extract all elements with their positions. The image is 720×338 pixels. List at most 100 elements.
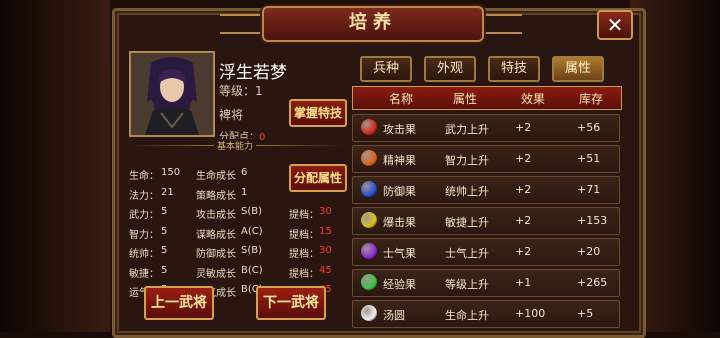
- table-row[interactable]: 爆击果 敏捷上升 +2 +153: [352, 207, 620, 235]
- table-row[interactable]: 经验果 等级上升 +1 +265: [352, 269, 620, 297]
- table-row[interactable]: 汤圆 生命上升 +100 +5: [352, 300, 620, 328]
- upgrade-label: 提档：: [289, 210, 319, 221]
- growth-label: 生命成长: [196, 171, 236, 182]
- stat-label: 敏捷：: [129, 268, 159, 280]
- growth-value: 6: [241, 167, 248, 178]
- growth-label: 防御成长: [196, 249, 236, 260]
- item-attribute: 士气上升: [445, 247, 489, 260]
- red-fruit-icon: [361, 119, 377, 135]
- stat-label: 武力：: [129, 210, 159, 221]
- item-stock: +51: [577, 152, 601, 165]
- table-row[interactable]: 精神果 智力上升 +2 +51: [352, 145, 620, 173]
- item-attribute: 武力上升: [445, 123, 489, 136]
- item-stock: +265: [577, 276, 608, 289]
- stat-value: 150: [161, 167, 181, 178]
- hero-portrait-image: [131, 53, 213, 135]
- page-title: 培养: [349, 12, 397, 33]
- tab-attributes[interactable]: 属性: [552, 56, 604, 82]
- yellow-fruit-icon: [361, 212, 377, 228]
- item-attribute: 等级上升: [445, 278, 489, 291]
- hero-rank: 裨将: [219, 108, 244, 122]
- item-attribute: 统帅上升: [445, 185, 489, 198]
- header-name: 名称: [389, 92, 414, 106]
- header-attribute: 属性: [453, 92, 478, 106]
- stat-label: 统帅：: [129, 249, 159, 260]
- item-effect: +2: [515, 214, 532, 227]
- stat-label: 法力：: [129, 190, 159, 202]
- growth-value: S(B): [241, 245, 263, 256]
- background-left-scene: [0, 0, 110, 332]
- next-hero-button[interactable]: 下一武将: [256, 286, 326, 320]
- item-name: 攻击果: [383, 123, 416, 136]
- upgrade-label: 提档：: [289, 229, 319, 241]
- hero-level: 等级：1: [219, 84, 263, 98]
- title-plate: 培养: [262, 6, 484, 42]
- item-attribute: 生命上升: [445, 309, 489, 322]
- header-effect: 效果: [521, 92, 546, 106]
- blue-fruit-icon: [361, 181, 377, 197]
- upgrade-label: 提档：: [289, 249, 319, 260]
- tab-appearance[interactable]: 外观: [424, 56, 476, 82]
- item-effect: +1: [515, 276, 532, 289]
- growth-value: S(B): [241, 206, 263, 217]
- item-effect: +2: [515, 183, 532, 196]
- close-icon: ✕: [606, 13, 624, 37]
- hero-name: 浮生若梦: [219, 63, 287, 83]
- close-button[interactable]: ✕: [597, 10, 633, 40]
- purple-fruit-icon: [361, 243, 377, 259]
- stat-label: 智力：: [129, 229, 159, 241]
- item-stock: +71: [577, 183, 601, 196]
- stat-value: 21: [161, 186, 174, 198]
- item-attribute: 敏捷上升: [445, 216, 489, 229]
- table-header: 名称 属性 效果 库存: [352, 86, 622, 110]
- item-effect: +2: [515, 121, 532, 134]
- basic-ability-label: 基本能力: [214, 139, 257, 152]
- hero-portrait: [129, 51, 215, 137]
- previous-hero-button[interactable]: 上一武将: [144, 286, 214, 320]
- assign-attributes-button[interactable]: 分配属性: [289, 164, 347, 192]
- upgrade-value: 15: [319, 225, 332, 237]
- upgrade-value: 45: [319, 264, 332, 276]
- item-table: 名称 属性 效果 库存 攻击果 武力上升 +2 +56 精神果 智力上升 +2 +51 防御果 统…: [352, 86, 622, 332]
- item-effect: +2: [515, 152, 532, 165]
- table-row[interactable]: 攻击果 武力上升 +2 +56: [352, 114, 620, 142]
- growth-value: 1: [241, 186, 248, 198]
- item-stock: +20: [577, 245, 601, 258]
- item-name: 汤圆: [383, 309, 405, 322]
- item-effect: +100: [515, 307, 546, 320]
- dumpling-icon: [361, 305, 377, 321]
- growth-label: 策略成长: [196, 190, 236, 202]
- item-stock: +5: [577, 307, 594, 320]
- header-stock: 库存: [579, 92, 604, 106]
- growth-value: B(C): [241, 264, 263, 276]
- table-row[interactable]: 防御果 统帅上升 +2 +71: [352, 176, 620, 204]
- title-ornament-left: [220, 14, 260, 34]
- growth-label: 灵敏成长: [196, 268, 236, 280]
- stat-value: 5: [161, 245, 168, 256]
- item-name: 士气果: [383, 247, 416, 260]
- item-stock: +56: [577, 121, 601, 134]
- title-ornament-right: [482, 14, 522, 34]
- orange-fruit-icon: [361, 150, 377, 166]
- item-stock: +153: [577, 214, 608, 227]
- item-name: 精神果: [383, 154, 416, 167]
- item-name: 爆击果: [383, 216, 416, 229]
- item-attribute: 智力上升: [445, 154, 489, 167]
- stat-value: 5: [161, 206, 168, 217]
- stat-value: 5: [161, 264, 168, 276]
- growth-label: 攻击成长: [196, 210, 236, 221]
- tab-skills[interactable]: 特技: [488, 56, 540, 82]
- master-skill-button[interactable]: 掌握特技: [289, 99, 347, 127]
- item-effect: +2: [515, 245, 532, 258]
- green-fruit-icon: [361, 274, 377, 290]
- item-name: 经验果: [383, 278, 416, 291]
- item-name: 防御果: [383, 185, 416, 198]
- upgrade-value: 30: [319, 206, 332, 217]
- growth-label: 谋略成长: [196, 229, 236, 241]
- tab-troop-type[interactable]: 兵种: [360, 56, 412, 82]
- stat-label: 生命：: [129, 171, 159, 182]
- stat-value: 5: [161, 225, 168, 237]
- allocation-points-value: 0: [259, 132, 266, 143]
- table-row[interactable]: 士气果 士气上升 +2 +20: [352, 238, 620, 266]
- upgrade-value: 30: [319, 245, 332, 256]
